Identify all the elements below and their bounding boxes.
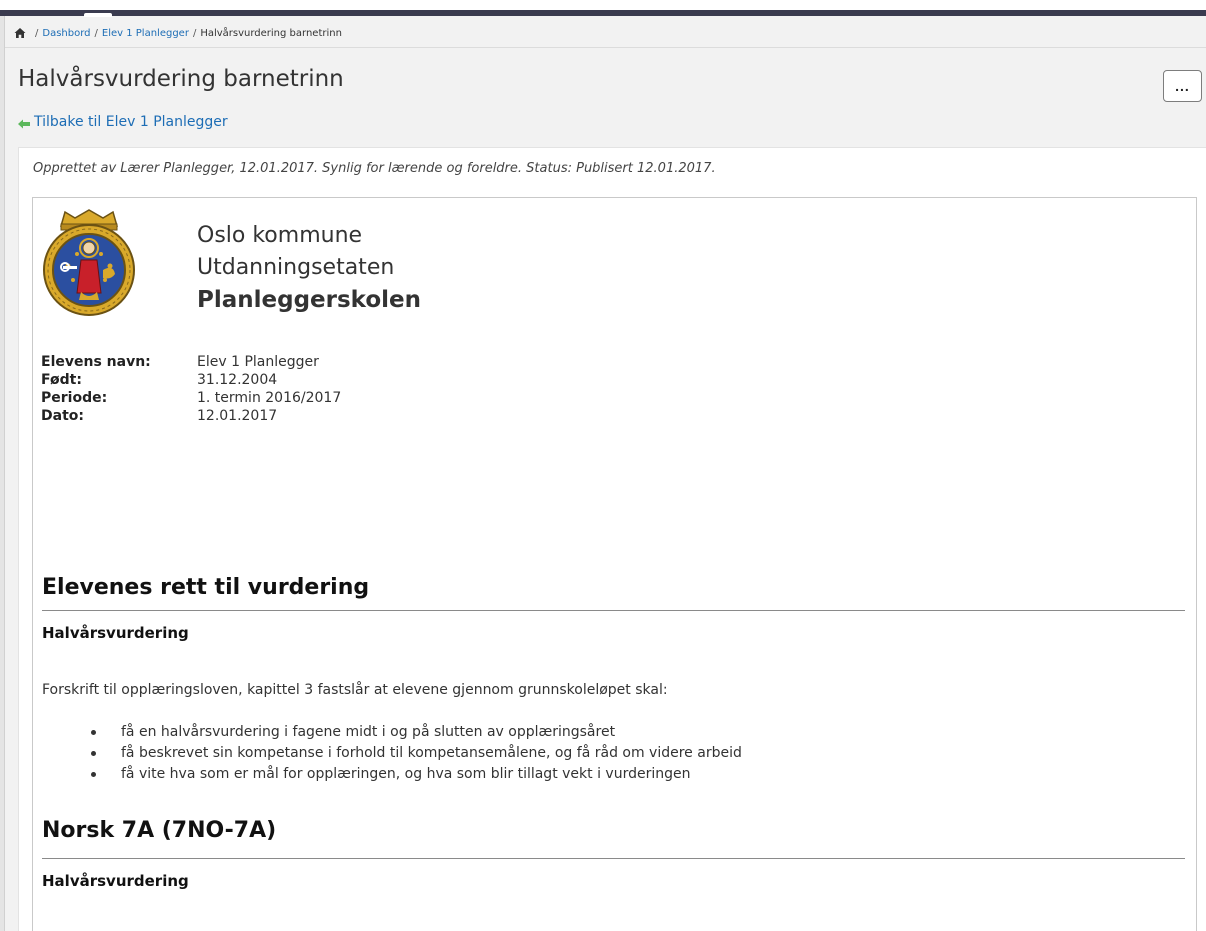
list-item: få vite hva som er mål for opplæringen, … [91,764,742,785]
section-subheading: Halvårsvurdering [42,624,189,642]
info-value: 31.12.2004 [197,372,278,388]
info-label: Elevens navn: [41,354,151,370]
info-row: Født: 31.12.2004 [41,371,341,389]
top-nav-strip [0,10,1206,16]
top-nav-tab[interactable] [84,13,112,17]
page-title: Halvårsvurdering barnetrinn [18,66,344,92]
breadcrumb-divider [5,47,1206,48]
info-value: Elev 1 Planlegger [197,354,319,370]
breadcrumb-dashbord[interactable]: Dashbord [42,28,90,39]
info-label: Født: [41,372,82,388]
org-department: Utdanningsetaten [197,255,395,280]
document-meta: Opprettet av Lærer Planlegger, 12.01.201… [33,161,716,176]
info-row: Dato: 12.01.2017 [41,407,341,425]
breadcrumb-elev[interactable]: Elev 1 Planlegger [102,28,189,39]
breadcrumb-separator: / [192,27,197,39]
arrow-left-icon [18,117,30,129]
list-item: få en halvårsvurdering i fagene midt i o… [91,722,742,743]
breadcrumb-separator: / [35,27,39,39]
breadcrumb-separator: / [94,27,98,39]
rights-list: få en halvårsvurdering i fagene midt i o… [91,722,742,785]
info-row: Periode: 1. termin 2016/2017 [41,389,341,407]
oslo-crest-icon [41,208,137,318]
section-divider [42,610,1185,611]
more-options-button[interactable]: ... [1163,70,1202,102]
back-link-label: Tilbake til Elev 1 Planlegger [34,114,228,130]
info-value: 12.01.2017 [197,408,278,424]
breadcrumb-current: Halvårsvurdering barnetrinn [200,27,342,39]
student-info: Elevens navn: Elev 1 Planlegger Født: 31… [41,353,341,425]
section-heading: Norsk 7A (7NO-7A) [42,818,277,843]
info-label: Periode: [41,390,108,406]
back-link[interactable]: Tilbake til Elev 1 Planlegger [18,114,228,130]
section-intro: Forskrift til opplæringsloven, kapittel … [42,682,668,698]
section-subheading: Halvårsvurdering [42,872,189,890]
home-icon[interactable] [14,27,26,39]
section-divider [42,858,1185,859]
more-icon: ... [1175,78,1190,94]
info-label: Dato: [41,408,84,424]
info-row: Elevens navn: Elev 1 Planlegger [41,353,341,371]
school-name: Planleggerskolen [197,287,422,313]
org-name: Oslo kommune [197,223,363,248]
section-heading: Elevenes rett til vurdering [42,575,370,600]
organization-header: Oslo kommune Utdanningsetaten Planlegger… [197,220,421,316]
document-preview: Oslo kommune Utdanningsetaten Planlegger… [32,197,1197,931]
breadcrumb: / Dashbord / Elev 1 Planlegger / Halvårs… [14,24,342,42]
list-item: få beskrevet sin kompetanse i forhold ti… [91,743,742,764]
info-value: 1. termin 2016/2017 [197,390,342,406]
content-card: Opprettet av Lærer Planlegger, 12.01.201… [18,147,1206,931]
sidebar-edge [0,16,5,931]
